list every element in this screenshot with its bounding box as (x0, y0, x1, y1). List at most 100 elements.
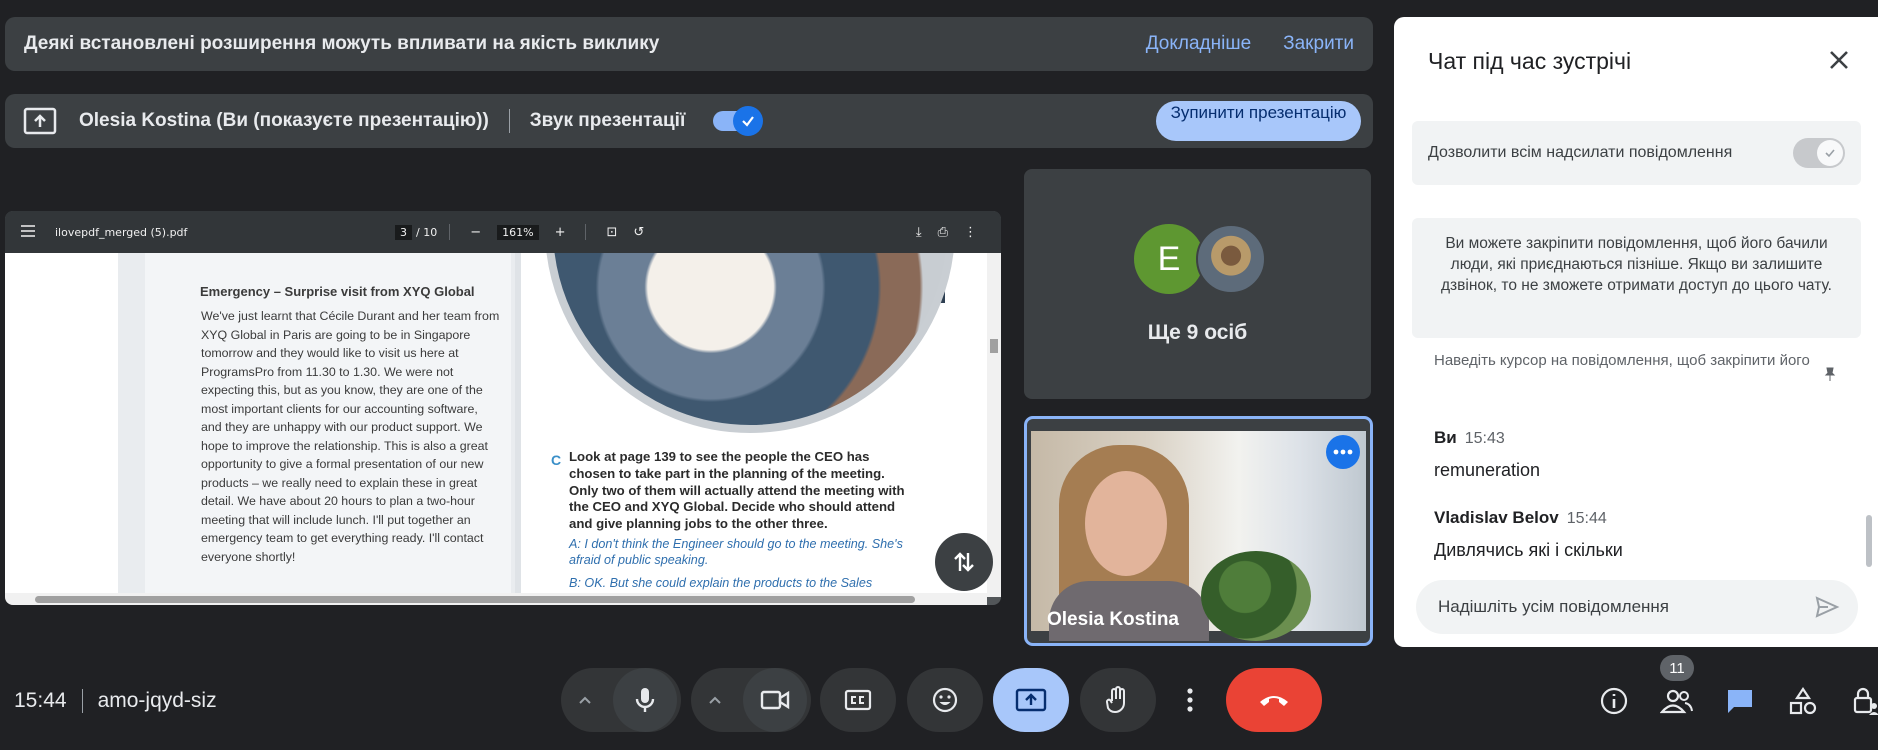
download-icon[interactable]: ⤓ (916, 225, 922, 240)
swap-layout-button[interactable] (935, 533, 993, 591)
answer-b-text: B: OK. But she could explain the product… (569, 576, 873, 590)
chat-message-input[interactable] (1436, 596, 1814, 618)
message-text: Дивлячись які і скільки (1434, 540, 1623, 560)
allow-messages-setting: Дозволити всім надсилати повідомлення (1412, 121, 1861, 185)
meeting-details-button[interactable] (1594, 681, 1634, 721)
task-letter: C (551, 452, 562, 468)
present-screen-icon (23, 107, 57, 135)
people-button[interactable] (1657, 681, 1697, 721)
participant-name: Olesia Kostina (1047, 609, 1179, 630)
divider (81, 689, 83, 713)
allow-messages-label: Дозволити всім надсилати повідомлення (1428, 144, 1733, 161)
allow-messages-toggle[interactable] (1793, 138, 1845, 168)
learn-more-link[interactable]: Докладніше (1146, 33, 1251, 55)
avatar (1196, 224, 1266, 294)
present-to-all-icon (1015, 688, 1047, 712)
message-sender: Vladislav Belov (1434, 508, 1559, 527)
fit-page-icon[interactable]: ⊡ (606, 225, 617, 240)
message-time: 15:44 (1566, 510, 1607, 527)
pin-hint: Наведіть курсор на повідомлення, щоб зак… (1434, 352, 1810, 369)
check-icon (1817, 140, 1843, 166)
chat-title: Чат під час зустрічі (1428, 48, 1632, 74)
menu-icon[interactable] (21, 224, 35, 240)
microphone-button[interactable] (613, 668, 677, 732)
pdf-filename: ilovepdf_merged (5).pdf (55, 225, 188, 239)
activities-icon (1789, 687, 1817, 715)
videocam-icon (760, 690, 790, 710)
page-body-text: We've just learnt that Cécile Durant and… (201, 309, 500, 564)
pdf-vertical-scrollbar[interactable] (987, 253, 1001, 597)
task-text: Look at page 139 to see the people the C… (569, 449, 905, 532)
chat-message[interactable]: Ви 15:43 remuneration (1434, 428, 1540, 481)
chat-panel: Чат під час зустрічі Дозволити всім надс… (1394, 17, 1878, 647)
hand-icon (1106, 686, 1125, 714)
pdf-viewer: ilovepdf_merged (5).pdf 3 / 10 − 161% + … (5, 211, 1001, 605)
current-time: 15:44 (14, 689, 67, 712)
zoom-in-icon[interactable]: + (555, 225, 566, 240)
lock-person-icon (1853, 687, 1878, 715)
pdf-horizontal-scrollbar[interactable] (5, 593, 987, 605)
chevron-up-icon (709, 696, 721, 704)
page-photo (545, 253, 955, 433)
message-text: remuneration (1434, 460, 1541, 480)
right-controls (1571, 681, 1878, 721)
pin-info-box: Ви можете закріпити повідомлення, щоб йо… (1412, 218, 1861, 338)
present-now-button[interactable] (993, 668, 1069, 732)
chat-icon (1728, 690, 1752, 713)
zoom-level[interactable]: 161% (497, 224, 539, 240)
pdf-page[interactable]: Emergency – Surprise visit from XYQ Glob… (5, 253, 987, 597)
send-icon[interactable] (1814, 594, 1840, 620)
participants-count-badge: 11 (1660, 655, 1694, 681)
zoom-out-icon[interactable]: − (470, 225, 481, 240)
chat-message[interactable]: Vladislav Belov 15:44 Дивлячись які і скі… (1434, 508, 1623, 561)
message-sender: Ви (1434, 428, 1457, 447)
more-vert-icon[interactable]: ⋮ (964, 225, 977, 240)
avatar: E (1134, 224, 1204, 294)
message-time: 15:43 (1464, 430, 1505, 447)
camera-button[interactable] (743, 668, 807, 732)
close-icon[interactable] (1824, 45, 1854, 75)
more-options-button[interactable] (1170, 668, 1210, 732)
meeting-info: 15:44 amo-jqyd-siz (14, 689, 217, 713)
more-vert-icon (1187, 688, 1193, 712)
answer-a-text: A: I don't think the Engineer should go … (569, 537, 903, 568)
toolbar-separator (585, 224, 587, 240)
self-video-tile[interactable]: Olesia Kostina (1024, 416, 1373, 646)
presenter-name: Olesia Kostina (Ви (показуєте презентаці… (79, 110, 489, 131)
notice-text: Деякі встановлені розширення можуть впли… (24, 33, 660, 54)
pin-icon (1824, 367, 1836, 381)
presentation-bar: Olesia Kostina (Ви (показуєте презентаці… (5, 94, 1373, 148)
presentation-audio-toggle[interactable] (713, 106, 764, 136)
captions-button[interactable] (820, 668, 896, 732)
chevron-up-icon (579, 696, 591, 704)
video-options-button[interactable] (691, 668, 739, 732)
activities-button[interactable] (1783, 681, 1823, 721)
leave-call-button[interactable] (1226, 668, 1322, 732)
print-icon[interactable]: ⎙ (938, 225, 948, 240)
other-participants-tile[interactable]: E Ще 9 осіб (1024, 169, 1371, 399)
tile-options-button[interactable] (1326, 435, 1360, 469)
camera-feed (1031, 431, 1366, 641)
toolbar-separator (449, 224, 451, 240)
people-icon (1660, 689, 1693, 714)
notice-close-link[interactable]: Закрити (1283, 33, 1354, 55)
more-participants-label: Ще 9 осіб (1147, 321, 1248, 344)
raise-hand-button[interactable] (1080, 668, 1156, 732)
stop-presenting-button[interactable]: Зупинити презентацію (1156, 101, 1361, 141)
info-icon (1600, 687, 1628, 715)
extensions-notice: Деякі встановлені розширення можуть впли… (5, 17, 1373, 71)
page-number-input[interactable]: 3 (395, 224, 412, 240)
swap-vert-icon (954, 552, 974, 572)
emoji-icon (932, 687, 958, 713)
chat-input-box (1416, 580, 1858, 634)
chat-button[interactable] (1720, 681, 1760, 721)
audio-options-button[interactable] (561, 668, 609, 732)
meeting-code: amo-jqyd-siz (97, 689, 217, 712)
closed-captions-icon (844, 689, 872, 711)
page-total: / 10 (416, 225, 438, 239)
rotate-icon[interactable]: ↺ (633, 225, 644, 240)
divider (508, 109, 510, 133)
chat-scrollbar[interactable] (1866, 515, 1872, 567)
reactions-button[interactable] (907, 668, 983, 732)
host-controls-button[interactable] (1846, 681, 1878, 721)
